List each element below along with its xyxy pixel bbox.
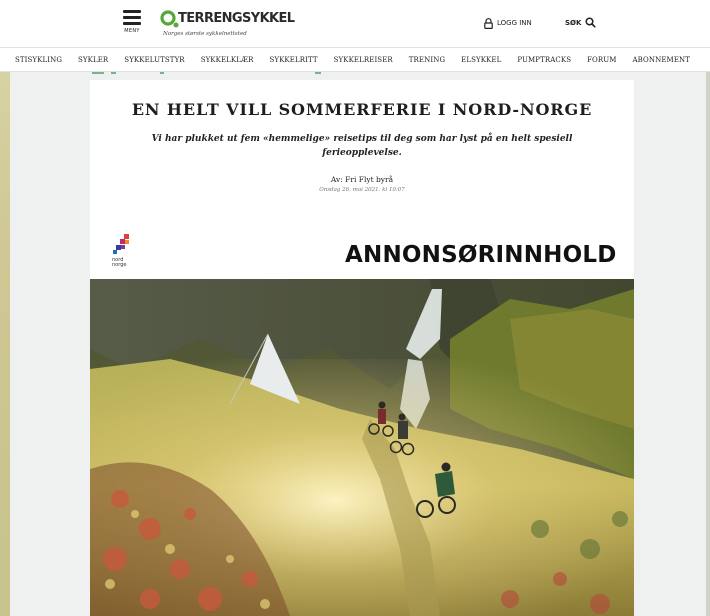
- article-byline[interactable]: Av: Fri Flyt byrå: [90, 175, 634, 184]
- login-label: LOGG INN: [497, 19, 532, 27]
- logo-text: TERRENGSYKKEL: [178, 11, 295, 26]
- nord-norge-logo-icon: [113, 234, 129, 254]
- nav-item-forum[interactable]: FORUM: [587, 56, 616, 64]
- search-label: SØK: [565, 18, 582, 27]
- nav-item-pumptracks[interactable]: PUMPTRACKS: [517, 56, 571, 64]
- menu-button[interactable]: MENY: [118, 10, 146, 40]
- site-header: MENY TERRENGSYKKEL Norges største sykkel…: [0, 0, 710, 47]
- sponsor-logo[interactable]: nord norge: [110, 233, 140, 273]
- nav-item-trening[interactable]: TRENING: [409, 56, 445, 64]
- site-logo[interactable]: TERRENGSYKKEL Norges største sykkelnetts…: [160, 9, 300, 43]
- lock-icon: [484, 17, 493, 29]
- nav-item-sykkelritt[interactable]: SYKKELRITT: [269, 56, 317, 64]
- sponsor-name: nord norge: [112, 257, 127, 268]
- search-button[interactable]: SØK: [565, 16, 597, 29]
- breadcrumb-strip: [90, 72, 634, 78]
- main-navigation: STISYKLING SYKLER SYKKELUTSTYR SYKKELKLÆR SY…: [0, 47, 710, 72]
- article-title: EN HELT VILL SOMMERFERIE I NORD-NORGE: [131, 100, 593, 119]
- background-photo-edge: [0, 0, 10, 616]
- background-edge-right: [706, 60, 710, 616]
- article-lead: Vi har plukket ut fem «hemmelige» reiset…: [151, 134, 573, 158]
- hamburger-icon: [123, 10, 141, 25]
- nav-item-elsykkel[interactable]: ELSYKKEL: [461, 56, 501, 64]
- logo-tagline: Norges største sykkelnettsted: [163, 31, 247, 37]
- search-icon: [585, 17, 597, 28]
- article-card: EN HELT VILL SOMMERFERIE I NORD-NORGE Vi…: [90, 80, 634, 616]
- nav-item-sykkelutstyr[interactable]: SYKKELUTSTYR: [124, 56, 184, 64]
- hero-image[interactable]: [90, 279, 634, 616]
- logo-mark-icon: [160, 10, 179, 28]
- ad-label: ANNONSØRINNHOLD: [345, 242, 617, 268]
- login-button[interactable]: LOGG INN: [484, 17, 532, 29]
- nav-item-sykkelreiser[interactable]: SYKKELREISER: [334, 56, 393, 64]
- nav-item-sykkelklær[interactable]: SYKKELKLÆR: [201, 56, 254, 64]
- nav-item-stisykling[interactable]: STISYKLING: [15, 56, 62, 64]
- article-date: Onsdag 26. mai 2021. kl 10:07: [319, 187, 405, 193]
- nav-item-abonnement[interactable]: ABONNEMENT: [633, 56, 691, 64]
- menu-label: MENY: [124, 28, 140, 34]
- nav-item-sykler[interactable]: SYKLER: [78, 56, 108, 64]
